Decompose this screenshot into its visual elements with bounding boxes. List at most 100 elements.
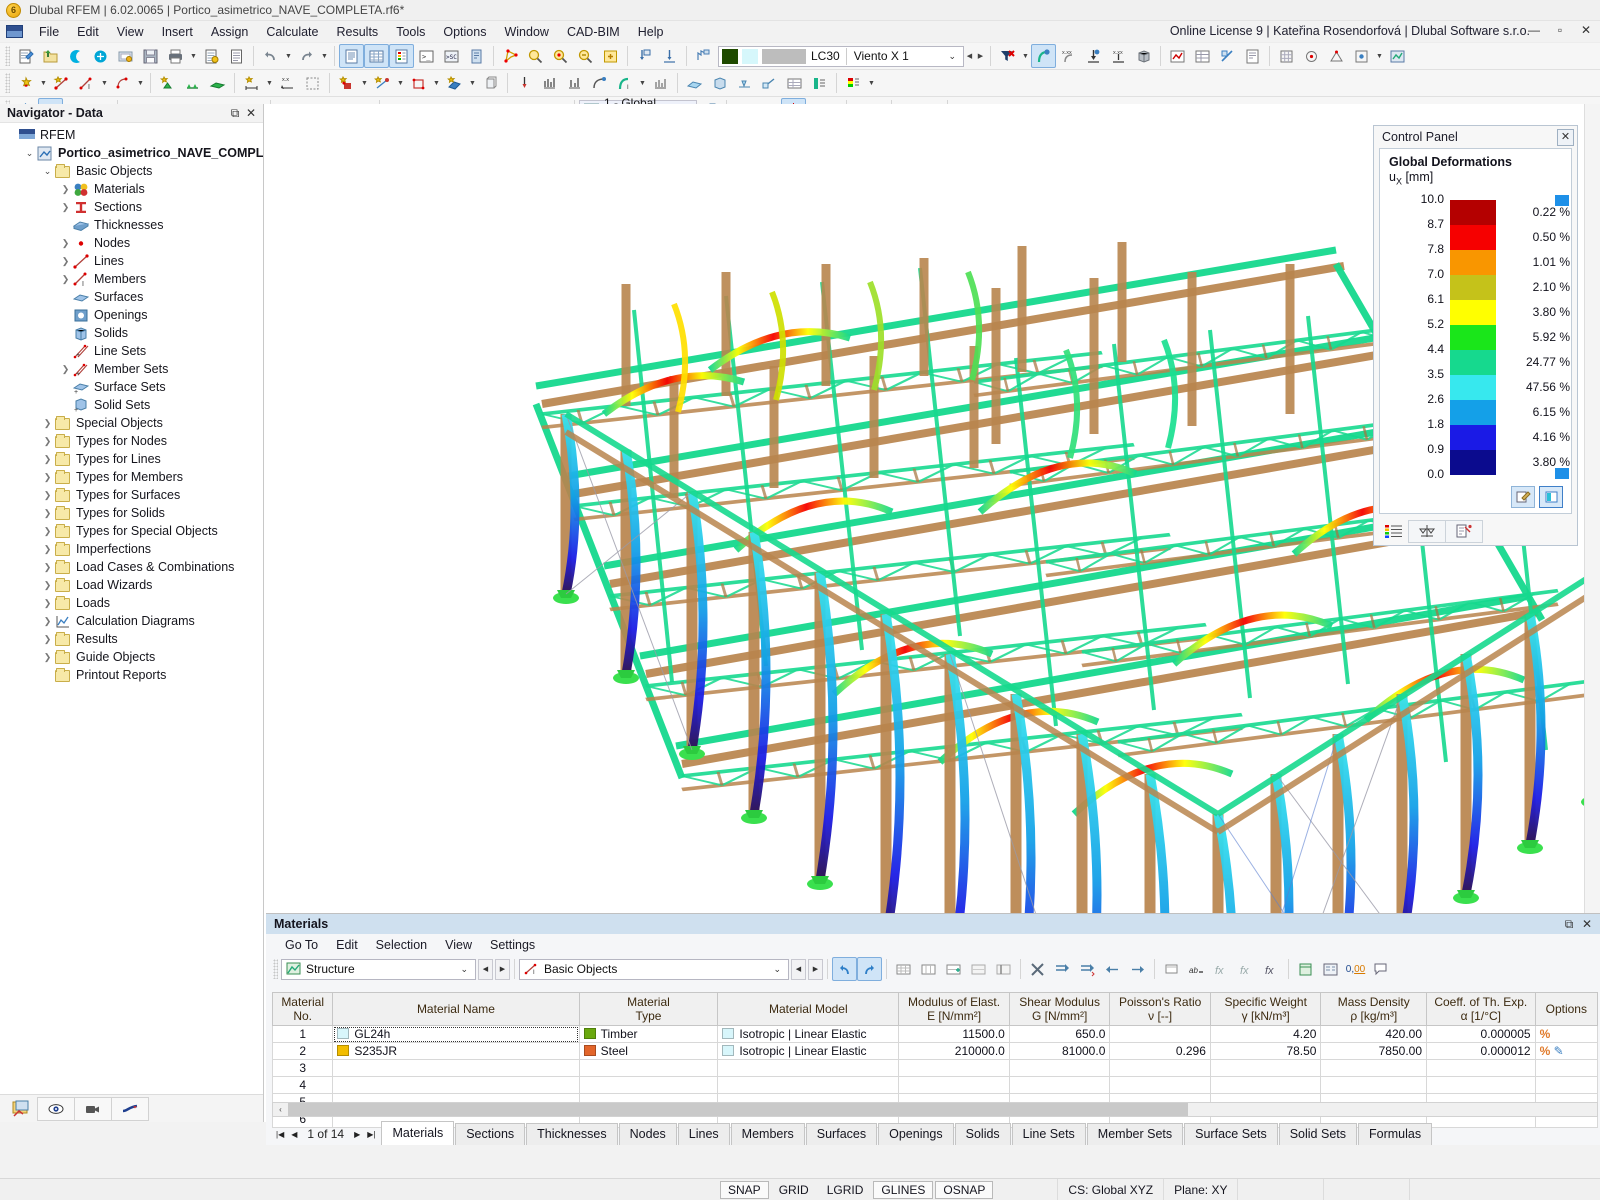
dimension-button[interactable] (239, 71, 264, 95)
tab-openings[interactable]: Openings (878, 1123, 954, 1145)
result-sections-button[interactable] (757, 71, 782, 95)
navigator-display-icon[interactable] (4, 1097, 38, 1121)
table-panel-button[interactable] (364, 44, 389, 68)
snap-toggle-lgrid[interactable]: LGRID (819, 1181, 872, 1199)
tree-item-basic-objects[interactable]: ⌄ Basic Objects (0, 162, 263, 180)
nodal-load-button[interactable] (334, 71, 359, 95)
redo-dropdown-arrow[interactable]: ▼ (319, 44, 330, 68)
cell-thermal-expansion[interactable]: 0.000012 (1426, 1042, 1536, 1060)
load-case-next-button[interactable]: ▶ (975, 44, 986, 68)
new-model-button[interactable] (13, 44, 38, 68)
chevron-right-icon[interactable]: ❯ (58, 274, 73, 285)
pager-next-button[interactable]: ▶ (354, 1130, 360, 1139)
menu-results[interactable]: Results (328, 23, 388, 41)
snap-dropdown-arrow[interactable]: ▼ (1374, 44, 1385, 68)
chevron-right-icon[interactable]: ❯ (40, 616, 55, 627)
tab-surface-sets[interactable]: Surface Sets (1184, 1123, 1278, 1145)
show-reaction-values-button[interactable]: x.xx (1106, 44, 1131, 68)
select-region-button[interactable] (300, 71, 325, 95)
navigator-panel-button[interactable] (339, 44, 364, 68)
cell-options[interactable]: % ✎ (1534, 1042, 1599, 1060)
table-menu-edit[interactable]: Edit (327, 936, 367, 954)
print-results-button[interactable] (1240, 44, 1265, 68)
table-row[interactable]: 3 (271, 1059, 1599, 1077)
menu-insert[interactable]: Insert (153, 23, 202, 41)
filter-dropdown-arrow[interactable]: ▼ (1020, 44, 1031, 68)
tree-item-solid-sets[interactable]: + Solid Sets (0, 396, 263, 414)
cell-material-model[interactable] (717, 1059, 900, 1077)
menu-options[interactable]: Options (434, 23, 495, 41)
filter-clear-button[interactable] (995, 44, 1020, 68)
show-values-button[interactable]: x.xx (1056, 44, 1081, 68)
cell-material-model[interactable] (717, 1076, 900, 1094)
view-front-button[interactable] (632, 44, 657, 68)
section-cut-button[interactable] (1215, 44, 1240, 68)
result-panel-button[interactable] (389, 44, 414, 68)
column-header-10[interactable]: Options (1534, 992, 1599, 1026)
chevron-right-icon[interactable]: ❯ (40, 634, 55, 645)
column-header-8[interactable]: Mass Density ρ [kg/m³] (1320, 992, 1428, 1026)
snap-toggle-osnap[interactable]: OSNAP (935, 1180, 994, 1199)
menu-file[interactable]: File (30, 23, 68, 41)
tree-item-solids[interactable]: Solids (0, 324, 263, 342)
control-panel-close-button[interactable]: ✕ (1557, 128, 1574, 146)
result-legend-button[interactable] (807, 71, 832, 95)
coordinate-label-button[interactable]: x.x (275, 71, 300, 95)
save-button[interactable] (138, 44, 163, 68)
load-wizard-button[interactable] (478, 71, 503, 95)
table-insert-after-button[interactable] (1075, 957, 1100, 981)
chevron-right-icon[interactable]: ❯ (40, 652, 55, 663)
cell-material-no[interactable]: 2 (271, 1042, 334, 1060)
tree-item-printout-reports[interactable]: Printout Reports (0, 666, 263, 684)
tree-item-members[interactable]: ❯ I Members (0, 270, 263, 288)
dimension-dropdown-arrow[interactable]: ▼ (264, 71, 275, 95)
chevron-right-icon[interactable]: ❯ (40, 454, 55, 465)
tab-thicknesses[interactable]: Thicknesses (526, 1123, 618, 1145)
chevron-right-icon[interactable]: ❯ (40, 562, 55, 573)
calculate-button[interactable] (512, 71, 537, 95)
tree-item-materials[interactable]: ❯ Materials (0, 180, 263, 198)
select-objects-button[interactable] (498, 44, 523, 68)
cell-specific-weight[interactable] (1209, 1076, 1322, 1094)
tree-item-special-objects[interactable]: ❯ Special Objects (0, 414, 263, 432)
zoom-all-button[interactable] (598, 44, 623, 68)
structure-filter-combo[interactable]: Structure ⌄ (281, 958, 476, 980)
table-horizontal-scrollbar[interactable]: ‹ (272, 1102, 1598, 1117)
cell-thermal-expansion[interactable] (1426, 1059, 1536, 1077)
tab-line-sets[interactable]: Line Sets (1011, 1123, 1086, 1145)
table-menu-go-to[interactable]: Go To (276, 936, 327, 954)
new-node-button[interactable] (13, 71, 38, 95)
comment-button[interactable] (1368, 957, 1393, 981)
tab-surfaces[interactable]: Surfaces (805, 1123, 878, 1145)
menu-tools[interactable]: Tools (387, 23, 434, 41)
node-dropdown-arrow[interactable]: ▼ (38, 71, 49, 95)
table-rename-button[interactable]: ab (1184, 957, 1209, 981)
tree-item-calculation-diagrams[interactable]: ❯ Calculation Diagrams (0, 612, 263, 630)
cell-material-type[interactable]: Steel (578, 1042, 719, 1060)
solid-results-button[interactable] (707, 71, 732, 95)
menu-window[interactable]: Window (495, 23, 557, 41)
table-formula-apply-button[interactable]: fx (1259, 957, 1284, 981)
cell-mass-density[interactable]: 420.00 (1320, 1025, 1428, 1043)
cell-specific-weight[interactable]: 78.50 (1209, 1042, 1322, 1060)
cell-material-name[interactable]: S235JR (332, 1042, 580, 1060)
tree-item-types-for-members[interactable]: ❯ Types for Members (0, 468, 263, 486)
column-header-7[interactable]: Specific Weight γ [kN/m³] (1209, 992, 1322, 1026)
color-legend-tab-icon[interactable] (1379, 520, 1409, 543)
toolbar-grip[interactable] (5, 73, 10, 93)
scale-band-8[interactable] (1450, 399, 1496, 425)
scale-band-0[interactable] (1450, 199, 1496, 225)
render-mode-button[interactable] (1385, 44, 1410, 68)
chevron-down-icon[interactable]: ⌄ (22, 148, 37, 159)
cell-material-model[interactable]: Isotropic | Linear Elastic (717, 1042, 900, 1060)
tree-item-loads[interactable]: ❯ Loads (0, 594, 263, 612)
chevron-right-icon[interactable]: ❯ (40, 598, 55, 609)
tree-item-guide-objects[interactable]: ❯ Guide Objects (0, 648, 263, 666)
table-shift-right-button[interactable] (1125, 957, 1150, 981)
tree-item-surfaces[interactable]: Surfaces (0, 288, 263, 306)
filters-tab-icon[interactable] (1445, 519, 1483, 543)
result-deform-button[interactable]: I (612, 71, 637, 95)
tree-item-line-sets[interactable]: + Line Sets (0, 342, 263, 360)
toolbar-grip[interactable] (5, 46, 10, 66)
structure-prev-button[interactable]: ◀ (478, 958, 493, 980)
